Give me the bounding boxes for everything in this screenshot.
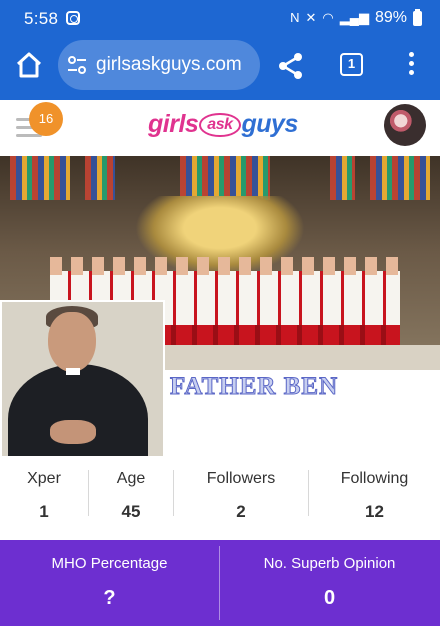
- stat-label: Following: [340, 470, 409, 487]
- site-logo[interactable]: girls ask guys: [148, 110, 298, 146]
- stat-following[interactable]: Following 12: [309, 462, 440, 524]
- stat-value: 12: [365, 502, 384, 521]
- home-icon[interactable]: [14, 50, 44, 80]
- stained-glass-window: [370, 156, 430, 200]
- battery-icon: [413, 8, 422, 26]
- profile-photo[interactable]: [0, 300, 165, 458]
- stat-label: Xper: [27, 470, 61, 487]
- site-settings-icon[interactable]: [67, 56, 87, 74]
- profile-face: [48, 312, 96, 372]
- logo-guys: guys: [241, 110, 299, 138]
- status-time: 5:58: [24, 9, 59, 28]
- url-text: girlsaskguys.com: [96, 54, 242, 75]
- stat-value: 2: [236, 502, 246, 521]
- metric-value: ?: [103, 587, 116, 609]
- metric-value: 0: [323, 587, 336, 609]
- metric-label: No. Superb Opinion: [263, 555, 396, 572]
- more-options-icon[interactable]: [405, 52, 417, 78]
- stained-glass-window: [85, 156, 115, 200]
- stat-label: Age: [116, 470, 146, 487]
- battery-percent: 89%: [374, 9, 407, 26]
- stat-followers[interactable]: Followers 2: [174, 462, 308, 524]
- profile-stats: Xper 1 Age 45 Followers 2 Following 12: [0, 462, 440, 524]
- stat-label: Followers: [206, 470, 276, 487]
- mute-icon: ✕: [305, 10, 317, 25]
- logo-ask: ask: [199, 113, 241, 137]
- metrics-band: MHO Percentage ? No. Superb Opinion 0: [0, 540, 440, 626]
- status-icons: N ✕ ◠ ▂▄▆ 89%: [290, 8, 422, 27]
- profile-hands: [50, 420, 96, 444]
- nfc-icon: N: [290, 10, 300, 25]
- site-header: 16 girls ask guys: [0, 100, 440, 156]
- user-avatar[interactable]: [384, 104, 426, 146]
- stained-glass-window: [180, 156, 270, 200]
- stat-value: 45: [121, 502, 141, 521]
- signal-icon: ▂▄▆: [339, 10, 369, 25]
- instagram-icon: [66, 11, 80, 25]
- metric-superb-opinion: No. Superb Opinion 0: [220, 540, 439, 626]
- wifi-icon: ◠: [322, 10, 334, 25]
- stained-glass-window: [330, 156, 355, 200]
- stat-xper[interactable]: Xper 1: [0, 462, 88, 524]
- browser-toolbar: girlsaskguys.com 1: [0, 40, 440, 90]
- metric-mho-percentage: MHO Percentage ?: [0, 540, 219, 626]
- share-icon[interactable]: [277, 52, 305, 80]
- browser-chrome: 5:58 N ✕ ◠ ▂▄▆ 89% girlsaskguys.com 1: [0, 0, 440, 100]
- profile-collar: [66, 368, 80, 375]
- stat-value: 1: [39, 502, 49, 521]
- address-bar[interactable]: girlsaskguys.com: [58, 40, 260, 90]
- logo-girls: girls: [148, 110, 199, 138]
- notification-badge[interactable]: 16: [29, 102, 63, 136]
- stained-glass-window: [10, 156, 70, 200]
- metric-label: MHO Percentage: [51, 555, 168, 572]
- status-bar: 5:58 N ✕ ◠ ▂▄▆ 89%: [0, 0, 440, 36]
- tab-switcher-button[interactable]: 1: [340, 53, 363, 76]
- stat-age: Age 45: [89, 462, 173, 524]
- profile-name: FATHER BEN: [169, 373, 339, 401]
